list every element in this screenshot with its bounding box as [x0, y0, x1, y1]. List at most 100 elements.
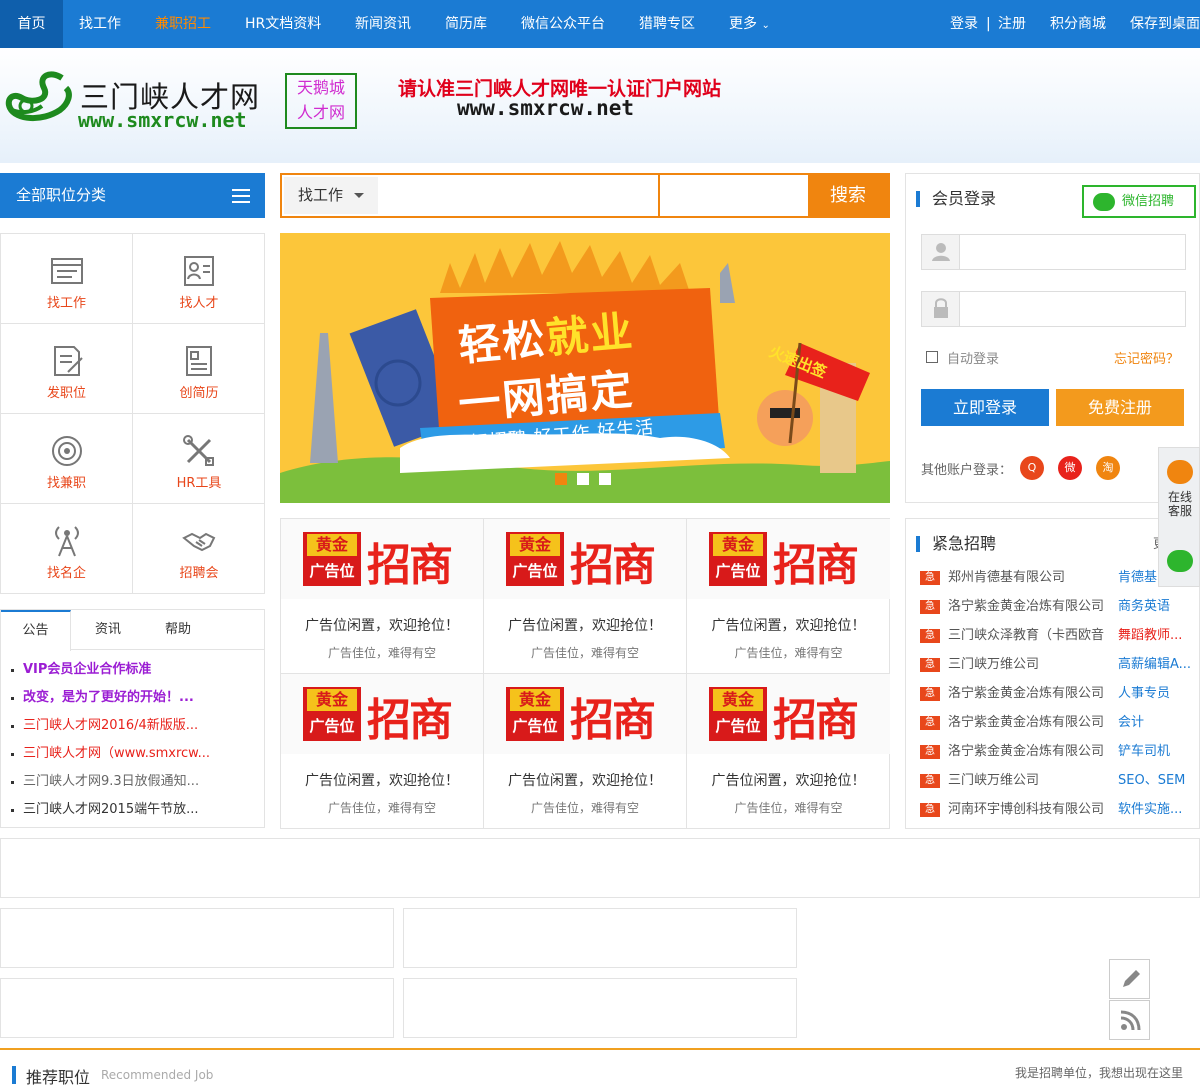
nav-resume-lib[interactable]: 简历库	[445, 0, 487, 48]
list-item[interactable]: 急三门峡众泽教育（卡西欧音 舞蹈教师...	[920, 621, 1199, 650]
logo-badge: 天鹅城 人才网	[285, 73, 357, 129]
list-item[interactable]: 三门峡人才网9.3日放假通知...	[9, 768, 264, 796]
user-icon	[922, 235, 960, 269]
category-find-job[interactable]: 找工作	[1, 234, 133, 324]
nav-points-mall[interactable]: 积分商城	[1050, 0, 1106, 48]
banner-dot-3[interactable]	[599, 473, 611, 485]
company-name[interactable]: 郑州肯德基有限公司	[948, 563, 1118, 592]
ad-box-3	[0, 978, 394, 1038]
banner-dot-1[interactable]	[555, 473, 567, 485]
ad-slot-1[interactable]: 黄金 广告位 招商 广告位闲置，欢迎抢位！ 广告佳位，难得有空	[281, 519, 484, 674]
category-find-talent[interactable]: 找人才	[133, 234, 265, 324]
urgent-hiring-panel: 紧急招聘 更 急郑州肯德基有限公司肯德基 急洛宁紫金黄金冶炼有限公司商务英语 急…	[905, 518, 1200, 829]
login-button[interactable]: 立即登录	[921, 389, 1049, 426]
list-item[interactable]: 急洛宁紫金黄金冶炼有限公司 商务英语	[920, 592, 1199, 621]
hero-banner[interactable]: 轻松就业 一网搞定 好招聘 好工作 好生活 火速出签	[280, 233, 890, 503]
tab-announcement[interactable]: 公告	[1, 610, 71, 651]
nav-news[interactable]: 新闻资讯	[355, 0, 411, 48]
company-name[interactable]: 三门峡万维公司	[948, 650, 1118, 679]
list-item[interactable]: 急洛宁紫金黄金冶炼有限公司 人事专员	[920, 679, 1199, 708]
position-name[interactable]: SEO、SEM	[1118, 766, 1199, 795]
company-name[interactable]: 河南环宇博创科技有限公司	[948, 795, 1118, 824]
company-name[interactable]: 三门峡众泽教育（卡西欧音	[948, 621, 1118, 650]
all-categories-bar[interactable]: 全部职位分类	[0, 173, 265, 218]
badge-line-2: 人才网	[296, 103, 345, 122]
notice-panel: 公告 资讯 帮助 VIP会员企业合作标准 改变，是为了更好的开始！... 三门峡…	[0, 609, 265, 828]
position-name[interactable]: 会计	[1118, 708, 1199, 737]
username-field	[921, 234, 1186, 270]
feedback-button[interactable]	[1109, 959, 1150, 999]
category-post-job[interactable]: 发职位	[1, 324, 133, 414]
ad-slot-5[interactable]: 黄金 广告位 招商 广告位闲置，欢迎抢位！ 广告佳位，难得有空	[484, 674, 687, 829]
list-item[interactable]: 急三门峡万维公司 高薪编辑A...	[920, 650, 1199, 679]
banner-dot-2[interactable]	[577, 473, 589, 485]
company-name[interactable]: 洛宁紫金黄金冶炼有限公司	[948, 737, 1118, 766]
tab-help[interactable]: 帮助	[143, 610, 213, 650]
list-item[interactable]: 三门峡人才网（www.smxrcw...	[9, 740, 264, 768]
list-item[interactable]: 急三门峡万维公司 SEO、SEM	[920, 766, 1199, 795]
advertise-here-link[interactable]: 我是招聘单位，我想出现在这里	[1015, 1064, 1183, 1081]
auto-login-checkbox[interactable]	[926, 351, 938, 363]
category-job-fair[interactable]: 招聘会	[133, 504, 265, 594]
categories-title: 全部职位分类	[16, 186, 107, 204]
ad-slot-3[interactable]: 黄金 广告位 招商 广告位闲置，欢迎抢位！ 广告佳位，难得有空	[687, 519, 890, 674]
nav-register[interactable]: 注册	[998, 0, 1026, 48]
search-location-input[interactable]	[658, 175, 808, 216]
nav-hr-docs[interactable]: HR文档资料	[245, 0, 321, 48]
search-type-select[interactable]: 找工作	[284, 177, 378, 214]
taobao-icon[interactable]: 淘	[1096, 456, 1120, 480]
rss-button[interactable]	[1109, 1000, 1150, 1040]
ad-line-2: 广告佳位，难得有空	[734, 646, 843, 660]
banner-headline-1b: 就业	[544, 306, 637, 363]
username-input[interactable]	[962, 235, 1184, 269]
weibo-icon[interactable]: 微	[1058, 456, 1082, 480]
ad-slot-6[interactable]: 黄金 广告位 招商 广告位闲置，欢迎抢位！ 广告佳位，难得有空	[687, 674, 890, 829]
nav-more[interactable]: 更多 ⌄	[729, 0, 770, 48]
company-name[interactable]: 洛宁紫金黄金冶炼有限公司	[948, 592, 1118, 621]
list-item[interactable]: 急河南环宇博创科技有限公司 软件实施...	[920, 795, 1199, 824]
ad-box-2	[403, 908, 797, 968]
wechat-recruit-button[interactable]: 微信招聘	[1082, 185, 1196, 218]
position-name[interactable]: 人事专员	[1118, 679, 1199, 708]
ad-strip	[0, 838, 1200, 898]
category-famous-companies[interactable]: 找名企	[1, 504, 133, 594]
nav-headhunt[interactable]: 猎聘专区	[639, 0, 695, 48]
password-input[interactable]	[962, 292, 1184, 326]
category-part-time[interactable]: 找兼职	[1, 414, 133, 504]
list-item[interactable]: 三门峡人才网2015端午节放...	[9, 796, 264, 824]
list-item[interactable]: 急洛宁紫金黄金冶炼有限公司 铲车司机	[920, 737, 1199, 766]
online-service-float[interactable]: 在线 客服	[1158, 447, 1200, 587]
list-item[interactable]: 三门峡人才网2016/4新版版...	[9, 712, 264, 740]
nav-save-desktop[interactable]: 保存到桌面	[1130, 0, 1200, 48]
nav-wechat[interactable]: 微信公众平台	[521, 0, 605, 48]
position-name[interactable]: 软件实施...	[1118, 795, 1199, 824]
ad-slot-2[interactable]: 黄金 广告位 招商 广告位闲置，欢迎抢位！ 广告佳位，难得有空	[484, 519, 687, 674]
lock-icon	[922, 292, 960, 326]
list-item[interactable]: 改变，是为了更好的开始！...	[9, 684, 264, 712]
nav-login[interactable]: 登录	[950, 0, 978, 48]
position-name[interactable]: 商务英语	[1118, 592, 1199, 621]
position-name[interactable]: 舞蹈教师...	[1118, 621, 1199, 650]
company-name[interactable]: 三门峡万维公司	[948, 766, 1118, 795]
company-name[interactable]: 洛宁紫金黄金冶炼有限公司	[948, 679, 1118, 708]
qq-icon[interactable]: Q	[1020, 456, 1044, 480]
nav-home[interactable]: 首页	[0, 0, 63, 48]
forgot-password-link[interactable]: 忘记密码？	[1114, 348, 1179, 367]
nav-part-time[interactable]: 兼职招工	[155, 0, 211, 48]
tab-news[interactable]: 资讯	[73, 610, 143, 650]
category-hr-tools[interactable]: HR工具	[133, 414, 265, 504]
position-name[interactable]: 高薪编辑A...	[1118, 650, 1199, 679]
nav-find-job[interactable]: 找工作	[79, 0, 121, 48]
wechat-float-icon[interactable]	[1167, 550, 1193, 572]
category-create-resume[interactable]: 创简历	[133, 324, 265, 414]
list-item[interactable]: VIP会员企业合作标准	[9, 656, 264, 684]
search-button[interactable]: 搜索	[808, 175, 888, 216]
company-name[interactable]: 洛宁紫金黄金冶炼有限公司	[948, 708, 1118, 737]
gold-badge: 黄金 广告位	[506, 532, 564, 586]
list-item[interactable]: 急洛宁紫金黄金冶炼有限公司 会计	[920, 708, 1199, 737]
position-name[interactable]: 铲车司机	[1118, 737, 1199, 766]
register-button[interactable]: 免费注册	[1056, 389, 1184, 426]
nav-separator: |	[986, 16, 991, 32]
search-input[interactable]	[378, 175, 658, 216]
ad-slot-4[interactable]: 黄金 广告位 招商 广告位闲置，欢迎抢位！ 广告佳位，难得有空	[281, 674, 484, 829]
